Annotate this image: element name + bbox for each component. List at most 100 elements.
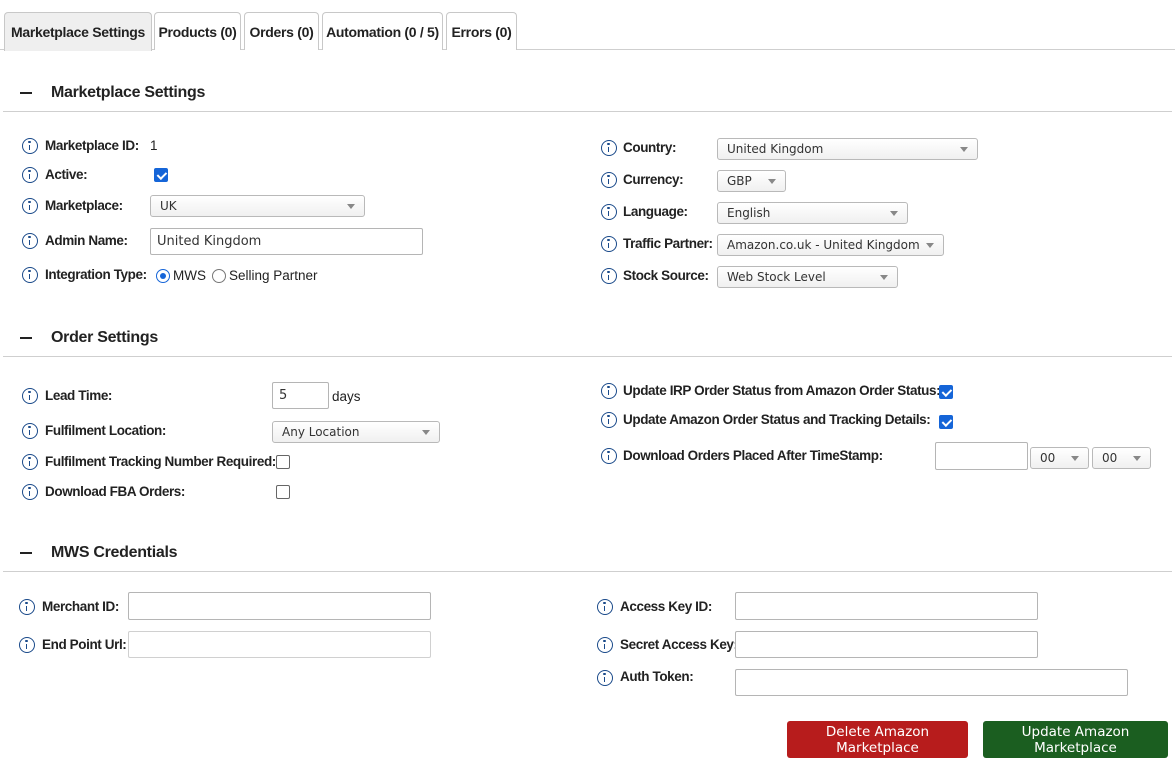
currency-label: Currency:: [623, 172, 684, 187]
info-icon[interactable]: [22, 388, 38, 404]
info-icon[interactable]: [22, 198, 38, 214]
marketplace-id-label: Marketplace ID:: [45, 138, 139, 153]
country-select-value: United Kingdom: [727, 142, 824, 156]
info-icon[interactable]: [22, 423, 38, 439]
chevron-down-icon: [1071, 456, 1079, 461]
integration-type-selling-partner-label[interactable]: Selling Partner: [229, 268, 318, 283]
chevron-down-icon: [880, 275, 888, 280]
mws-credentials-header: MWS Credentials: [3, 540, 1172, 572]
chevron-down-icon: [926, 243, 934, 248]
info-icon[interactable]: [22, 267, 38, 283]
tab-automation[interactable]: Automation (0 / 5): [322, 12, 443, 50]
info-icon[interactable]: [601, 236, 617, 252]
collapse-icon[interactable]: [20, 337, 32, 339]
info-icon[interactable]: [22, 484, 38, 500]
tab-bar: Marketplace Settings Products (0) Orders…: [0, 0, 1175, 51]
section-title: Order Settings: [51, 329, 158, 346]
lead-time-input[interactable]: [272, 382, 329, 409]
secret-access-key-label: Secret Access Key:: [620, 637, 738, 652]
info-icon[interactable]: [597, 599, 613, 615]
info-icon[interactable]: [601, 204, 617, 220]
update-amazon-status-checkbox[interactable]: [939, 415, 953, 429]
active-checkbox[interactable]: [154, 168, 168, 182]
tracking-required-label: Fulfilment Tracking Number Required:: [45, 454, 276, 469]
tracking-required-checkbox[interactable]: [276, 455, 290, 469]
integration-type-label: Integration Type:: [45, 267, 147, 282]
info-icon[interactable]: [601, 268, 617, 284]
info-icon[interactable]: [601, 172, 617, 188]
collapse-icon[interactable]: [20, 552, 32, 554]
timestamp-date-input[interactable]: [935, 442, 1028, 470]
marketplace-select[interactable]: UK: [150, 195, 365, 217]
update-marketplace-button[interactable]: Update Amazon Marketplace: [983, 721, 1168, 758]
update-irp-status-label: Update IRP Order Status from Amazon Orde…: [623, 383, 941, 398]
tab-marketplace-settings[interactable]: Marketplace Settings: [4, 12, 152, 51]
marketplace-select-value: UK: [160, 199, 177, 213]
merchant-id-input[interactable]: [128, 592, 431, 620]
chevron-down-icon: [1133, 456, 1141, 461]
traffic-partner-label: Traffic Partner:: [623, 236, 713, 251]
info-icon[interactable]: [22, 167, 38, 183]
chevron-down-icon: [890, 211, 898, 216]
timestamp-minute-value: 00: [1102, 451, 1118, 465]
fulfilment-location-select[interactable]: Any Location: [272, 421, 440, 443]
fulfilment-location-label: Fulfilment Location:: [45, 423, 166, 438]
lead-time-label: Lead Time:: [45, 388, 113, 403]
download-fba-checkbox[interactable]: [276, 485, 290, 499]
chevron-down-icon: [960, 147, 968, 152]
end-point-url-input[interactable]: [128, 631, 431, 658]
tab-errors[interactable]: Errors (0): [446, 12, 517, 50]
order-settings-header: Order Settings: [3, 325, 1172, 357]
download-after-timestamp-label: Download Orders Placed After TimeStamp:: [623, 448, 883, 463]
info-icon[interactable]: [22, 454, 38, 470]
update-irp-status-checkbox[interactable]: [939, 385, 953, 399]
stock-source-select-value: Web Stock Level: [727, 270, 826, 284]
currency-select[interactable]: GBP: [717, 170, 786, 192]
merchant-id-label: Merchant ID:: [42, 599, 119, 614]
collapse-icon[interactable]: [20, 92, 32, 94]
info-icon[interactable]: [22, 138, 38, 154]
traffic-partner-select[interactable]: Amazon.co.uk - United Kingdom: [717, 234, 944, 256]
country-select[interactable]: United Kingdom: [717, 138, 978, 160]
admin-name-input[interactable]: [150, 228, 423, 255]
fulfilment-location-select-value: Any Location: [282, 425, 360, 439]
download-fba-label: Download FBA Orders:: [45, 484, 186, 499]
language-select[interactable]: English: [717, 202, 908, 224]
active-label: Active:: [45, 167, 88, 182]
info-icon[interactable]: [19, 599, 35, 615]
info-icon[interactable]: [601, 448, 617, 464]
secret-access-key-input[interactable]: [735, 631, 1038, 658]
marketplace-id-value: 1: [150, 138, 158, 153]
info-icon[interactable]: [601, 140, 617, 156]
info-icon[interactable]: [597, 637, 613, 653]
access-key-id-label: Access Key ID:: [620, 599, 712, 614]
update-amazon-status-label: Update Amazon Order Status and Tracking …: [623, 412, 931, 427]
lead-time-unit: days: [332, 389, 361, 404]
admin-name-label: Admin Name:: [45, 233, 128, 248]
timestamp-minute-select[interactable]: 00: [1092, 447, 1151, 469]
info-icon[interactable]: [597, 670, 613, 686]
chevron-down-icon: [422, 430, 430, 435]
info-icon[interactable]: [22, 233, 38, 249]
stock-source-select[interactable]: Web Stock Level: [717, 266, 898, 288]
info-icon[interactable]: [19, 637, 35, 653]
delete-marketplace-button[interactable]: Delete Amazon Marketplace: [787, 721, 968, 758]
tab-orders[interactable]: Orders (0): [244, 12, 319, 50]
integration-type-mws-radio[interactable]: [156, 269, 170, 283]
timestamp-hour-value: 00: [1040, 451, 1056, 465]
stock-source-label: Stock Source:: [623, 268, 709, 283]
auth-token-input[interactable]: [735, 669, 1128, 696]
tab-products[interactable]: Products (0): [154, 12, 241, 50]
integration-type-selling-partner-radio[interactable]: [212, 269, 226, 283]
timestamp-hour-select[interactable]: 00: [1030, 447, 1089, 469]
info-icon[interactable]: [601, 383, 617, 399]
chevron-down-icon: [768, 179, 776, 184]
integration-type-mws-label[interactable]: MWS: [173, 268, 206, 283]
language-label: Language:: [623, 204, 688, 219]
info-icon[interactable]: [601, 412, 617, 428]
language-select-value: English: [727, 206, 771, 220]
chevron-down-icon: [347, 204, 355, 209]
access-key-id-input[interactable]: [735, 592, 1038, 620]
section-title: Marketplace Settings: [51, 84, 206, 101]
end-point-url-label: End Point Url:: [42, 637, 127, 652]
